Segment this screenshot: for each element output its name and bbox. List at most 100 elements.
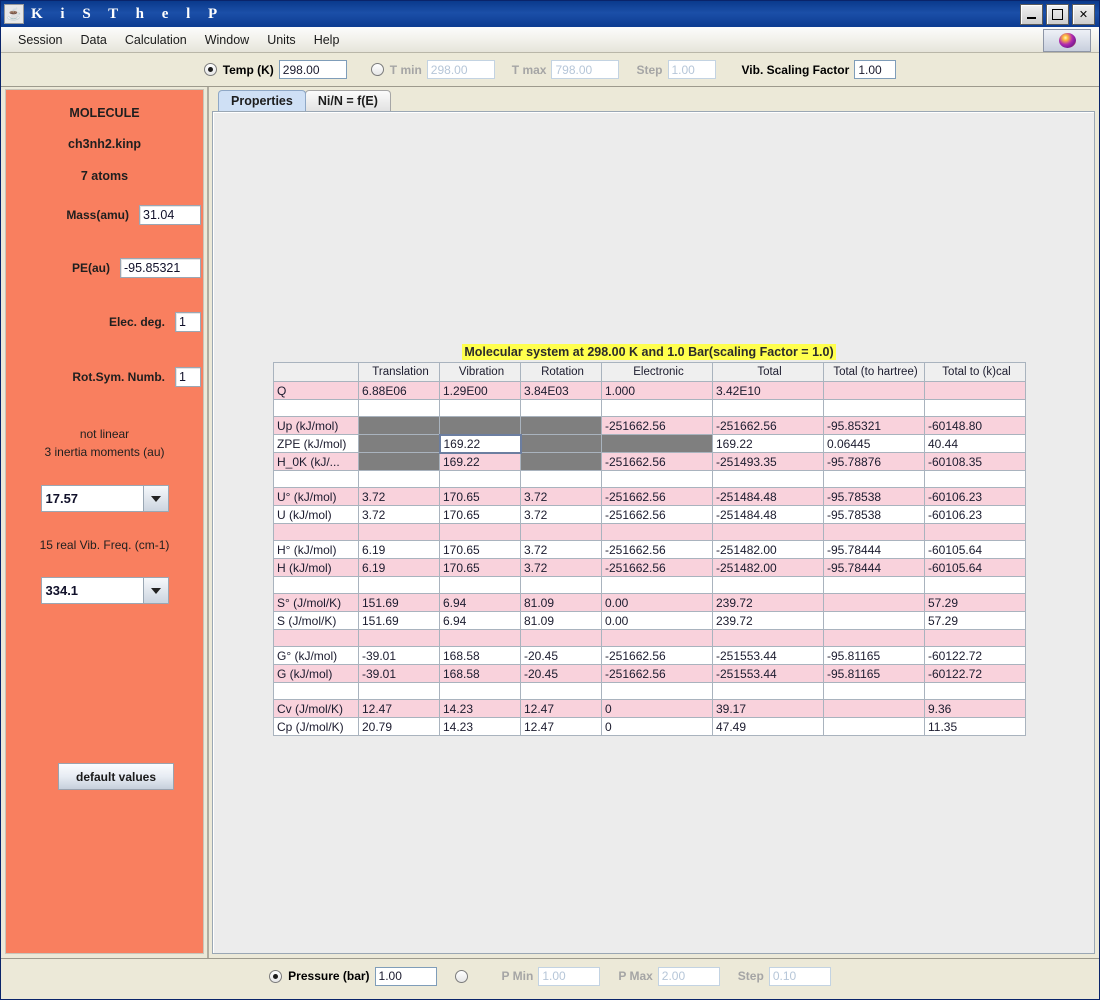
table-cell[interactable]: -251662.56: [601, 646, 713, 665]
table-cell[interactable]: [358, 452, 440, 471]
table-cell[interactable]: -20.45: [520, 664, 602, 683]
table-cell[interactable]: [712, 629, 824, 647]
table-cell[interactable]: -251482.00: [712, 558, 824, 577]
table-cell[interactable]: -251662.56: [601, 558, 713, 577]
temp-single-radio[interactable]: [203, 63, 217, 76]
table-cell[interactable]: [924, 523, 1026, 541]
table-cell[interactable]: [358, 434, 440, 453]
table-cell[interactable]: -95.81165: [823, 664, 925, 683]
chevron-down-icon[interactable]: [142, 486, 168, 511]
table-cell[interactable]: 170.65: [439, 487, 521, 506]
row-label-cell[interactable]: H° (kJ/mol): [273, 540, 359, 559]
pressure-step-input[interactable]: 0.10: [768, 966, 831, 986]
table-cell[interactable]: 6.94: [439, 611, 521, 630]
table-cell[interactable]: 239.72: [712, 611, 824, 630]
table-cell[interactable]: 0: [601, 699, 713, 718]
table-cell[interactable]: 14.23: [439, 699, 521, 718]
table-cell[interactable]: 0: [601, 717, 713, 736]
table-cell[interactable]: -251662.56: [601, 505, 713, 524]
table-cell[interactable]: 11.35: [924, 717, 1026, 736]
table-cell[interactable]: [520, 576, 602, 594]
table-cell[interactable]: -251662.56: [601, 416, 713, 435]
table-cell[interactable]: 170.65: [439, 505, 521, 524]
table-cell[interactable]: 81.09: [520, 593, 602, 612]
table-cell[interactable]: -95.78876: [823, 452, 925, 471]
table-cell[interactable]: 3.72: [520, 558, 602, 577]
table-cell[interactable]: 170.65: [439, 558, 521, 577]
table-cell[interactable]: 0.00: [601, 593, 713, 612]
menu-item-data[interactable]: Data: [71, 31, 115, 49]
table-cell[interactable]: 14.23: [439, 717, 521, 736]
temp-input[interactable]: 298.00: [278, 60, 347, 79]
row-label-cell[interactable]: ZPE (kJ/mol): [273, 434, 359, 453]
tmax-input[interactable]: 798.00: [551, 60, 620, 79]
table-cell[interactable]: -251662.56: [601, 664, 713, 683]
pmax-input[interactable]: 2.00: [657, 966, 720, 986]
pressure-input[interactable]: 1.00: [374, 966, 437, 986]
table-cell[interactable]: [924, 576, 1026, 594]
table-cell[interactable]: 57.29: [924, 611, 1026, 630]
table-cell[interactable]: 12.47: [358, 699, 440, 718]
table-cell[interactable]: -60105.64: [924, 558, 1026, 577]
table-cell[interactable]: [358, 682, 440, 700]
table-cell[interactable]: [712, 470, 824, 488]
close-button[interactable]: ✕: [1072, 3, 1095, 25]
table-cell[interactable]: [439, 682, 521, 700]
table-cell[interactable]: [439, 576, 521, 594]
maximize-button[interactable]: [1046, 3, 1069, 25]
table-cell[interactable]: [924, 399, 1026, 417]
table-cell[interactable]: 40.44: [924, 434, 1026, 453]
table-cell[interactable]: -60122.72: [924, 664, 1026, 683]
table-cell[interactable]: [439, 523, 521, 541]
table-cell[interactable]: [823, 399, 925, 417]
table-cell[interactable]: [520, 682, 602, 700]
table-cell[interactable]: [823, 470, 925, 488]
table-cell[interactable]: -251662.56: [601, 452, 713, 471]
table-cell[interactable]: [601, 434, 713, 453]
table-cell[interactable]: -60148.80: [924, 416, 1026, 435]
table-cell[interactable]: [439, 470, 521, 488]
table-cell[interactable]: [924, 682, 1026, 700]
table-cell[interactable]: [601, 399, 713, 417]
table-cell[interactable]: -60106.23: [924, 505, 1026, 524]
table-cell[interactable]: 1.000: [601, 381, 713, 400]
menu-item-calculation[interactable]: Calculation: [116, 31, 196, 49]
table-cell[interactable]: [520, 629, 602, 647]
table-cell[interactable]: [712, 682, 824, 700]
default-values-button[interactable]: default values: [58, 763, 174, 790]
row-label-cell[interactable]: [273, 629, 359, 647]
row-label-cell[interactable]: S° (J/mol/K): [273, 593, 359, 612]
row-label-cell[interactable]: Q: [273, 381, 359, 400]
row-label-cell[interactable]: G° (kJ/mol): [273, 646, 359, 665]
table-cell[interactable]: [358, 416, 440, 435]
table-cell[interactable]: -60122.72: [924, 646, 1026, 665]
table-cell[interactable]: [439, 416, 521, 435]
table-cell[interactable]: -95.78538: [823, 487, 925, 506]
table-cell[interactable]: [601, 470, 713, 488]
table-cell[interactable]: 81.09: [520, 611, 602, 630]
table-cell[interactable]: -251662.56: [712, 416, 824, 435]
inertia-moments-dropdown[interactable]: 17.57: [40, 485, 169, 512]
table-cell[interactable]: [712, 399, 824, 417]
table-cell[interactable]: [520, 523, 602, 541]
table-cell[interactable]: 151.69: [358, 593, 440, 612]
table-cell[interactable]: [520, 452, 602, 471]
row-label-cell[interactable]: U° (kJ/mol): [273, 487, 359, 506]
table-cell[interactable]: [823, 699, 925, 718]
pmin-input[interactable]: 1.00: [538, 966, 601, 986]
table-cell[interactable]: [823, 576, 925, 594]
table-cell[interactable]: -251482.00: [712, 540, 824, 559]
table-cell[interactable]: 0.06445: [823, 434, 925, 453]
table-cell[interactable]: [712, 523, 824, 541]
temp-step-input[interactable]: 1.00: [667, 60, 716, 79]
table-cell[interactable]: 6.19: [358, 540, 440, 559]
table-cell[interactable]: [712, 576, 824, 594]
table-cell[interactable]: [439, 399, 521, 417]
table-cell[interactable]: 0.00: [601, 611, 713, 630]
table-cell[interactable]: 12.47: [520, 717, 602, 736]
table-cell[interactable]: [924, 629, 1026, 647]
table-cell[interactable]: -20.45: [520, 646, 602, 665]
menu-item-window[interactable]: Window: [196, 31, 258, 49]
table-cell[interactable]: [439, 629, 521, 647]
row-label-cell[interactable]: [273, 470, 359, 488]
